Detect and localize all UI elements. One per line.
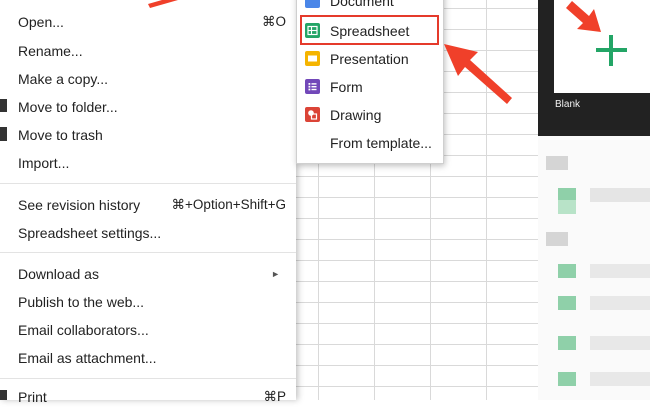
- list-item[interactable]: [558, 296, 576, 310]
- menu-item-print[interactable]: Print ⌘P: [18, 386, 286, 408]
- list-item[interactable]: [590, 188, 650, 202]
- list-item[interactable]: [558, 200, 576, 214]
- submenu-item-from-template[interactable]: From template...: [297, 129, 443, 157]
- list-item[interactable]: [590, 296, 650, 310]
- menu-item-label: Move to folder...: [18, 99, 118, 115]
- menu-item-label: Download as: [18, 266, 99, 282]
- menu-item-label: Publish to the web...: [18, 294, 145, 310]
- plus-icon-vertical: [609, 35, 613, 66]
- menu-item-publish-to-web[interactable]: Publish to the web...: [18, 291, 286, 313]
- menu-item-shortcut: ⌘O: [261, 14, 286, 29]
- menu-item-label: Email collaborators...: [18, 322, 149, 338]
- menu-item-label: Rename...: [18, 43, 83, 59]
- menu-item-shortcut: ⌘P: [263, 389, 286, 404]
- list-item[interactable]: [546, 232, 568, 246]
- list-item[interactable]: [558, 372, 576, 386]
- submenu-item-presentation[interactable]: Presentation: [297, 45, 443, 73]
- recent-files-list: [538, 136, 650, 400]
- submenu-item-label: Drawing: [330, 107, 382, 123]
- menu-separator: [0, 378, 296, 379]
- submenu-item-label: Form: [330, 79, 363, 95]
- submenu-item-label: Presentation: [330, 51, 409, 67]
- list-item[interactable]: [590, 372, 650, 386]
- menu-item-label: Spreadsheet settings...: [18, 225, 162, 241]
- list-item[interactable]: [546, 156, 568, 170]
- submenu-item-drawing[interactable]: Drawing: [297, 101, 443, 129]
- submenu-arrow-icon: ►: [271, 269, 280, 279]
- blank-template-tile[interactable]: [554, 0, 650, 93]
- submenu-item-label: Document: [330, 0, 394, 9]
- document-icon: [305, 0, 320, 8]
- drawing-icon: [305, 107, 320, 122]
- menu-item-open[interactable]: Open... ⌘O: [18, 11, 286, 33]
- menu-item-label: Email as attachment...: [18, 350, 157, 366]
- menu-separator: [0, 183, 296, 184]
- presentation-icon: [305, 51, 320, 66]
- file-menu: Open... ⌘O Rename... Make a copy... Move…: [0, 0, 296, 405]
- menu-item-label: See revision history: [18, 197, 141, 213]
- form-icon: [305, 79, 320, 94]
- trash-icon: [0, 127, 7, 141]
- menu-item-move-to-trash[interactable]: Move to trash: [18, 124, 286, 146]
- submenu-item-form[interactable]: Form: [297, 73, 443, 101]
- folder-icon: [0, 99, 7, 112]
- menu-item-label: Make a copy...: [18, 71, 109, 87]
- menu-item-label: Move to trash: [18, 127, 103, 143]
- menu-item-email-collaborators[interactable]: Email collaborators...: [18, 319, 286, 341]
- submenu-item-document[interactable]: Document: [297, 0, 443, 15]
- menu-item-shortcut: ⌘+Option+Shift+G: [171, 197, 286, 212]
- menu-item-move-to-folder[interactable]: Move to folder...: [18, 96, 286, 118]
- blank-template-label: Blank: [555, 99, 581, 110]
- menu-item-email-as-attachment[interactable]: Email as attachment...: [18, 347, 286, 369]
- menu-item-import[interactable]: Import...: [18, 152, 286, 174]
- menu-item-revision-history[interactable]: See revision history ⌘+Option+Shift+G: [18, 194, 286, 216]
- menu-item-make-copy[interactable]: Make a copy...: [18, 68, 286, 90]
- menu-item-download-as[interactable]: Download as ►: [18, 263, 286, 285]
- submenu-item-label: From template...: [330, 135, 432, 151]
- menu-item-spreadsheet-settings[interactable]: Spreadsheet settings...: [18, 222, 286, 244]
- menu-item-label: Print: [18, 389, 47, 405]
- menu-separator: [0, 252, 296, 253]
- menu-item-label: Import...: [18, 155, 70, 171]
- list-item[interactable]: [590, 336, 650, 350]
- spreadsheet-highlight-box: [300, 15, 439, 45]
- menu-item-rename[interactable]: Rename...: [18, 40, 286, 62]
- list-item[interactable]: [558, 336, 576, 350]
- menu-item-label: Open...: [18, 14, 64, 30]
- list-item[interactable]: [590, 264, 650, 278]
- list-item[interactable]: [558, 264, 576, 278]
- printer-icon: [0, 390, 7, 400]
